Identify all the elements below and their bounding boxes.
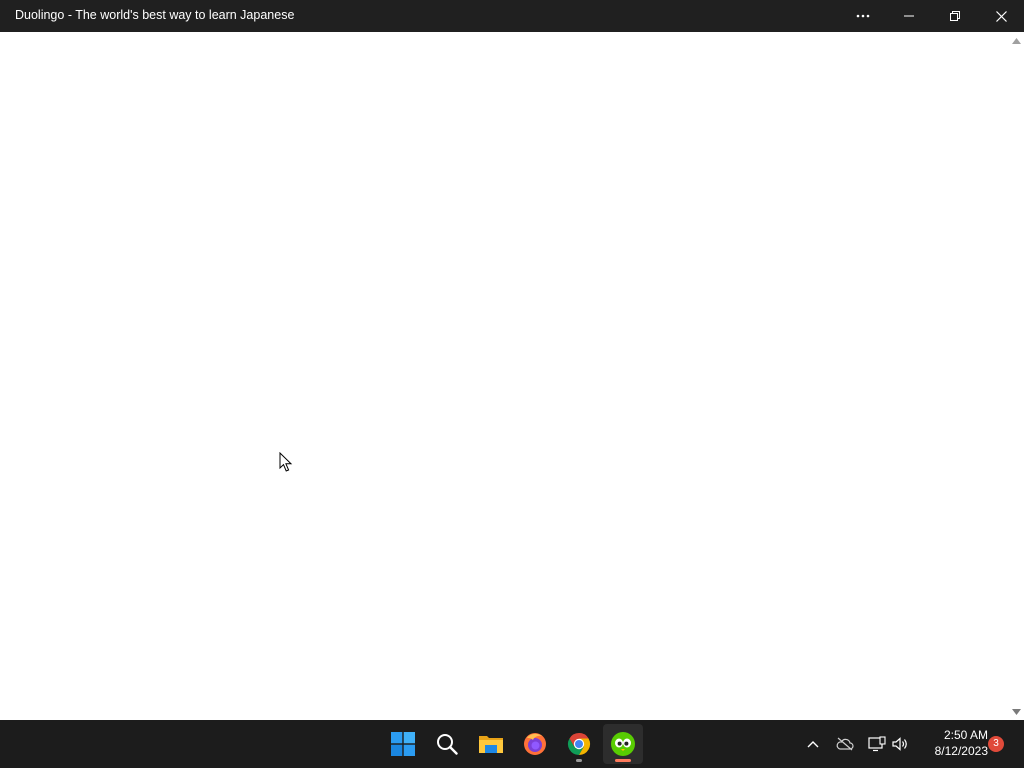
triangle-up-icon <box>1011 38 1021 44</box>
search-button[interactable] <box>427 724 467 764</box>
chrome-button[interactable] <box>559 724 599 764</box>
close-icon <box>995 10 1007 22</box>
restore-button[interactable] <box>932 0 978 32</box>
clock-date: 8/12/2023 <box>934 744 988 758</box>
taskbar: 2:50 AM 8/12/2023 <box>0 720 1024 768</box>
running-indicator <box>576 759 582 762</box>
chrome-icon <box>567 733 591 755</box>
close-button[interactable] <box>978 0 1024 32</box>
restore-icon <box>950 11 960 21</box>
show-hidden-icons-button[interactable] <box>801 732 825 756</box>
network-icon <box>868 736 886 752</box>
window-title: Duolingo - The world's best way to learn… <box>15 8 295 22</box>
volume-icon <box>892 737 907 751</box>
firefox-icon <box>524 733 546 755</box>
title-bar[interactable]: Duolingo - The world's best way to learn… <box>0 0 1024 32</box>
scroll-down-button[interactable] <box>1011 707 1021 717</box>
triangle-down-icon <box>1011 709 1021 715</box>
minimize-icon <box>904 15 914 17</box>
focused-indicator <box>615 759 631 762</box>
network-button[interactable] <box>865 732 889 756</box>
clock[interactable]: 2:50 AM 8/12/2023 <box>918 727 988 759</box>
minimize-button[interactable] <box>886 0 932 32</box>
onedrive-offline-icon <box>836 737 854 751</box>
vertical-scrollbar[interactable] <box>1008 32 1024 720</box>
firefox-button[interactable] <box>515 724 555 764</box>
start-button[interactable] <box>383 724 423 764</box>
volume-button[interactable] <box>888 732 912 756</box>
more-options-button[interactable] <box>841 0 887 32</box>
folder-icon <box>479 736 503 753</box>
clock-time: 2:50 AM <box>943 728 988 742</box>
duolingo-button[interactable] <box>603 724 643 764</box>
duolingo-icon <box>611 732 635 756</box>
onedrive-button[interactable] <box>833 732 857 756</box>
app-content[interactable] <box>0 32 1024 720</box>
file-explorer-button[interactable] <box>471 724 511 764</box>
more-horizontal-icon <box>856 14 870 18</box>
notification-badge[interactable]: 3 <box>988 736 1004 752</box>
chevron-up-icon <box>807 741 819 748</box>
scroll-up-button[interactable] <box>1011 36 1021 46</box>
search-icon <box>437 734 458 755</box>
mouse-cursor-icon <box>279 452 293 472</box>
windows-start-icon <box>391 732 415 756</box>
